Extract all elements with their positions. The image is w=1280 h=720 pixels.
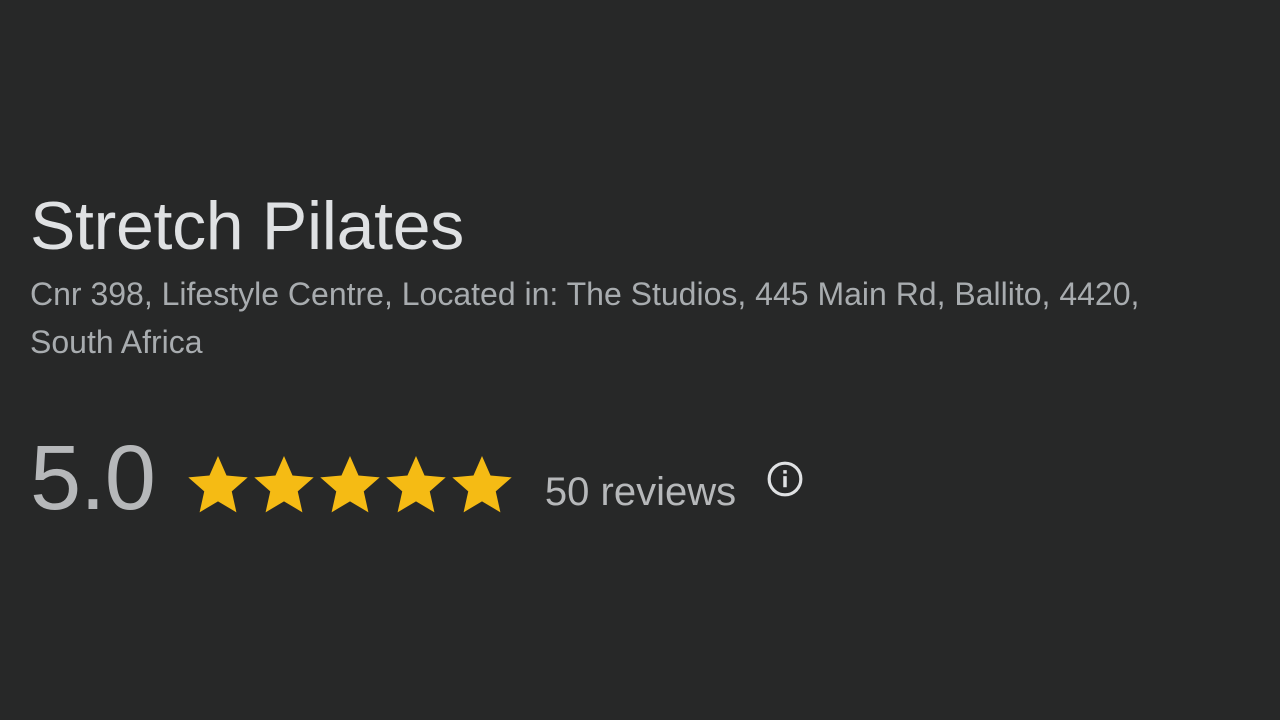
- rating-summary: 5.0 50 reviews: [30, 428, 804, 528]
- info-icon[interactable]: [766, 460, 804, 498]
- star-icon: [386, 455, 446, 513]
- rating-value: 5.0: [30, 427, 156, 529]
- star-icon: [254, 455, 314, 513]
- star-rating: [185, 451, 515, 517]
- star-icon: [452, 455, 512, 513]
- place-header: Stretch Pilates Cnr 398, Lifestyle Centr…: [30, 186, 1250, 366]
- reviews-link[interactable]: 50 reviews: [545, 468, 736, 516]
- place-title: Stretch Pilates: [30, 188, 464, 264]
- place-address: Cnr 398, Lifestyle Centre, Located in: T…: [30, 276, 1140, 360]
- star-icon: [188, 455, 248, 513]
- star-icon: [320, 455, 380, 513]
